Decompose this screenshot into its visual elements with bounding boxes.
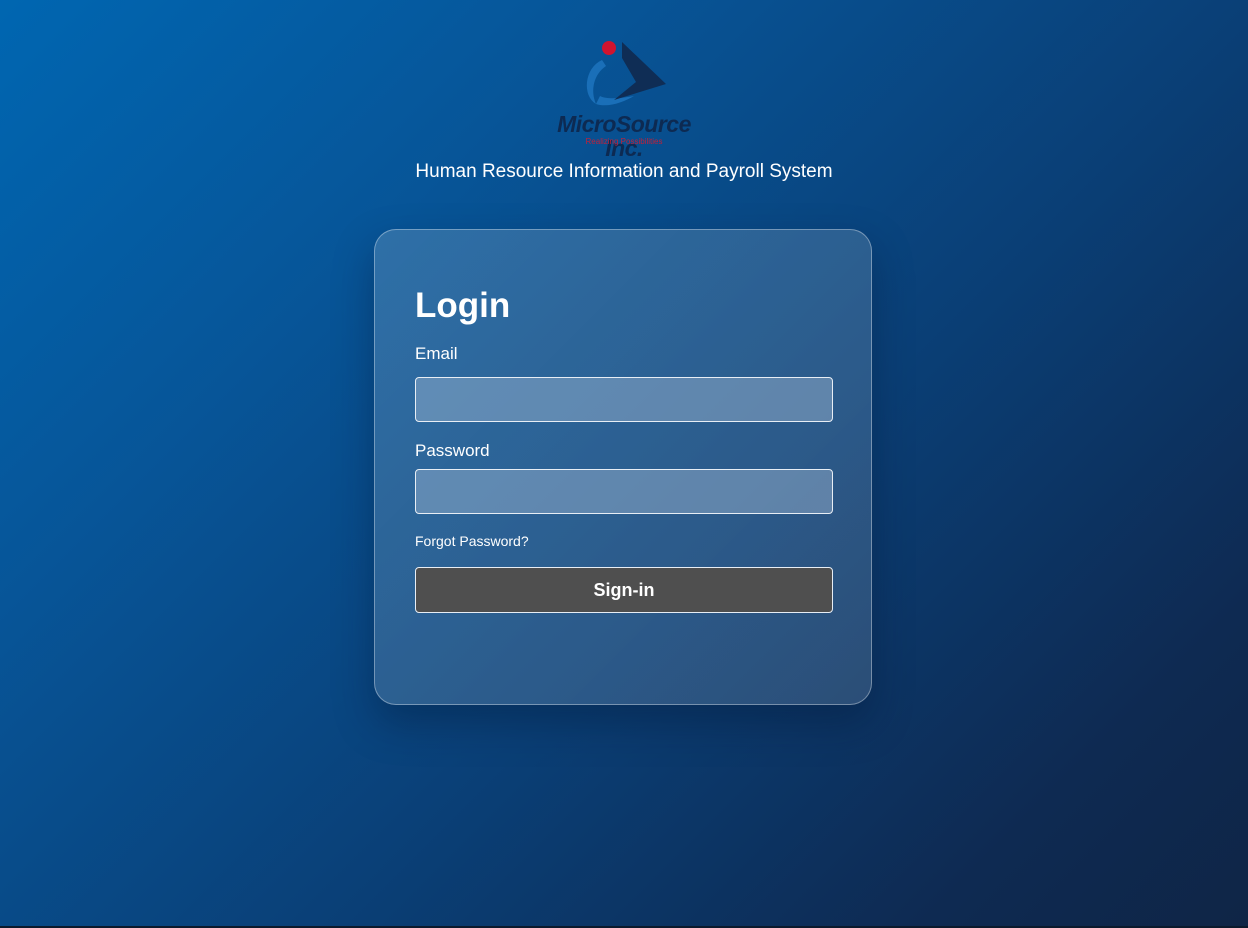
forgot-password-link[interactable]: Forgot Password? xyxy=(415,532,529,550)
system-subtitle: Human Resource Information and Payroll S… xyxy=(415,161,833,182)
logo-tagline: Realizing Possibilities xyxy=(585,137,663,146)
login-title: Login xyxy=(415,286,511,325)
email-label: Email xyxy=(415,344,458,363)
company-logo: MicroSource Inc. Realizing Possibilities xyxy=(536,38,712,160)
microsource-logo-icon xyxy=(586,41,666,106)
email-field[interactable] xyxy=(415,377,833,422)
password-field[interactable] xyxy=(415,469,833,514)
logo-wordmark: MicroSource Inc. xyxy=(557,111,691,161)
password-label: Password xyxy=(415,441,490,460)
sign-in-button[interactable]: Sign-in xyxy=(415,567,833,613)
login-card: Login Email Password Forgot Password? Si… xyxy=(374,229,872,705)
